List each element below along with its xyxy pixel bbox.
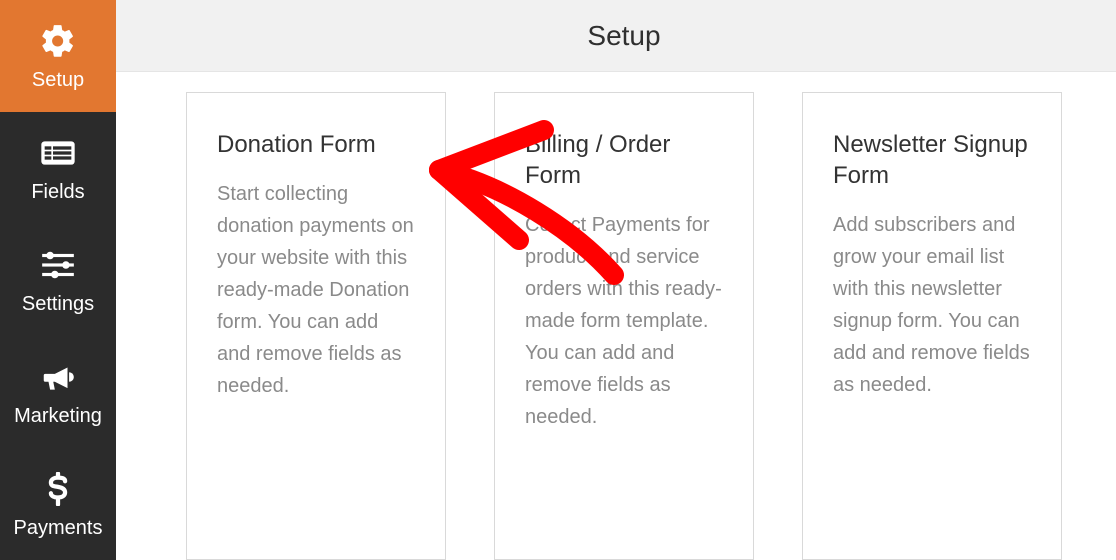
sidebar: Setup Fields Settings Marketing Payments	[0, 0, 116, 560]
sidebar-item-payments[interactable]: Payments	[0, 448, 116, 560]
template-card-newsletter[interactable]: Newsletter Signup Form Add subscribers a…	[802, 92, 1062, 560]
sidebar-item-marketing[interactable]: Marketing	[0, 336, 116, 448]
sidebar-item-label: Marketing	[14, 405, 102, 428]
card-description: Start collecting donation payments on yo…	[217, 178, 415, 402]
sidebar-item-settings[interactable]: Settings	[0, 224, 116, 336]
card-description: Collect Payments for product and service…	[525, 209, 723, 433]
sidebar-item-setup[interactable]: Setup	[0, 0, 116, 112]
gear-icon	[38, 21, 78, 61]
bullhorn-icon	[38, 357, 78, 397]
sidebar-item-label: Settings	[22, 293, 94, 316]
list-icon	[38, 133, 78, 173]
app-root: Setup Fields Settings Marketing Payments	[0, 0, 1116, 560]
header: Setup	[116, 0, 1116, 72]
card-title: Donation Form	[217, 129, 415, 160]
dollar-icon	[38, 469, 78, 509]
card-title: Billing / Order Form	[525, 129, 723, 191]
template-card-donation[interactable]: Donation Form Start collecting donation …	[186, 92, 446, 560]
sidebar-item-label: Setup	[32, 69, 84, 92]
card-title: Newsletter Signup Form	[833, 129, 1031, 191]
sidebar-item-fields[interactable]: Fields	[0, 112, 116, 224]
template-card-billing[interactable]: Billing / Order Form Collect Payments fo…	[494, 92, 754, 560]
sliders-icon	[38, 245, 78, 285]
sidebar-item-label: Payments	[14, 517, 103, 540]
card-description: Add subscribers and grow your email list…	[833, 209, 1031, 401]
template-cards: Donation Form Start collecting donation …	[116, 72, 1116, 560]
sidebar-item-label: Fields	[31, 181, 84, 204]
page-title: Setup	[587, 20, 660, 52]
main-area: Setup Donation Form Start collecting don…	[116, 0, 1116, 560]
